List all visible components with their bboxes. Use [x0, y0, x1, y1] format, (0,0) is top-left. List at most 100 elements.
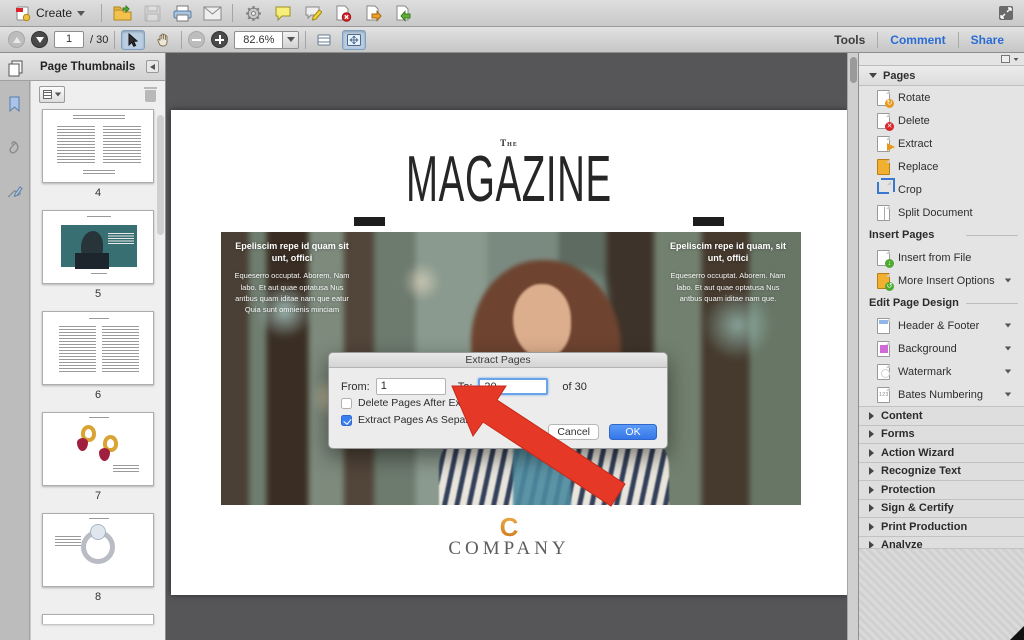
highlight-note-icon[interactable] [303, 3, 323, 23]
panel-options-icon[interactable] [1001, 55, 1010, 63]
left-sidebar: Page Thumbnails [0, 53, 166, 640]
create-button[interactable]: Create [8, 3, 91, 24]
document-scrollbar-thumb[interactable] [850, 57, 857, 83]
document-canvas: The MAGAZINE Epeliscim repe id quam sit … [166, 53, 858, 640]
comment-bubble-icon[interactable] [273, 3, 293, 23]
decor-bar-right [693, 217, 724, 226]
to-page-input[interactable]: 30 [478, 378, 548, 395]
hero-left-heading: Epeliscim repe id quam sit unt, offici [233, 240, 351, 264]
zoom-in-button[interactable] [211, 31, 228, 48]
bookmarks-icon [8, 96, 21, 112]
thumbnail-page-7[interactable]: 7 [42, 412, 154, 513]
header-footer-tool[interactable]: Header & Footer [859, 314, 1024, 337]
email-icon[interactable] [202, 3, 222, 23]
collapsed-section-icon [869, 504, 874, 512]
delete-pages-checkbox[interactable] [341, 398, 352, 409]
thumbnail-image [42, 311, 154, 385]
zoom-dropdown-caret [287, 37, 295, 42]
create-dropdown-caret [77, 11, 85, 16]
dropdown-caret[interactable] [1005, 347, 1011, 351]
extract-pages-icon[interactable] [363, 3, 383, 23]
dropdown-caret[interactable] [1005, 279, 1011, 283]
collapse-panel-button[interactable] [146, 60, 159, 73]
panel-options-caret [1014, 58, 1019, 61]
fit-page-button[interactable] [342, 30, 366, 50]
open-file-icon[interactable] [112, 3, 132, 23]
thumbnail-page-4[interactable]: 4 [42, 109, 154, 210]
collapsed-section-icon [869, 449, 874, 457]
more-insert-options-tool[interactable]: ↺ More Insert Options [859, 269, 1024, 292]
collapsed-section-icon [869, 412, 874, 420]
share-tab[interactable]: Share [959, 27, 1016, 52]
replace-tool[interactable]: Replace [859, 155, 1024, 178]
of-total-label: of 30 [562, 381, 586, 393]
tools-tab[interactable]: Tools [822, 27, 877, 52]
insert-pages-icon[interactable] [393, 3, 413, 23]
forms-section[interactable]: Forms [859, 425, 1024, 444]
expand-window-icon[interactable] [996, 3, 1016, 23]
rotate-icon: ↻ [877, 90, 890, 106]
zoom-dropdown-button[interactable] [282, 31, 299, 49]
thumbnail-page-5[interactable]: 5 [42, 210, 154, 311]
toolbar-separator [101, 4, 102, 22]
collapsed-section-icon [869, 430, 874, 438]
sign-certify-section[interactable]: Sign & Certify [859, 499, 1024, 518]
attachments-tab[interactable] [6, 139, 24, 157]
from-page-input[interactable]: 1 [376, 378, 446, 395]
delete-pages-icon[interactable] [333, 3, 353, 23]
thumbnails-toolbar [31, 81, 165, 107]
signatures-tab[interactable] [6, 183, 24, 201]
collapsed-section-icon [869, 467, 874, 475]
zoom-out-button[interactable] [188, 31, 205, 48]
delete-tool[interactable]: ✕ Delete [859, 109, 1024, 132]
thumbnail-page-9-partial[interactable] [42, 614, 154, 624]
content-section[interactable]: Content [859, 406, 1024, 425]
zoom-in-icon [215, 35, 224, 44]
protection-section[interactable]: Protection [859, 480, 1024, 499]
watermark-tool[interactable]: Watermark [859, 360, 1024, 383]
thumbnail-page-8[interactable]: 8 [42, 513, 154, 614]
scrolling-mode-button[interactable] [312, 30, 336, 50]
separate-files-checkbox[interactable] [341, 415, 352, 426]
next-page-button[interactable] [31, 31, 48, 48]
thumbnail-image [42, 210, 154, 284]
print-production-section[interactable]: Print Production [859, 517, 1024, 536]
pages-section-header[interactable]: Pages [859, 66, 1024, 86]
split-document-tool[interactable]: Split Document [859, 201, 1024, 224]
previous-page-button[interactable] [8, 31, 25, 48]
thumbnails-scrollbar[interactable] [157, 115, 164, 235]
page-thumbnails-tab[interactable] [0, 55, 30, 81]
cancel-button[interactable]: Cancel [548, 424, 599, 440]
page-count-label: / 30 [90, 34, 108, 46]
dropdown-caret[interactable] [1005, 393, 1011, 397]
print-icon[interactable] [172, 3, 192, 23]
resize-grip-icon[interactable] [1010, 626, 1024, 640]
thumbnail-options-button[interactable] [39, 86, 65, 103]
page-number-input[interactable]: 1 [54, 31, 84, 48]
document-scrollbar[interactable] [847, 53, 858, 640]
thumbnail-page-number: 8 [42, 587, 154, 614]
insert-from-file-icon: ↓ [877, 250, 890, 266]
rotate-tool[interactable]: ↻ Rotate [859, 86, 1024, 109]
select-tool-button[interactable] [121, 30, 145, 50]
background-tool[interactable]: Background [859, 337, 1024, 360]
bates-numbering-icon [877, 387, 890, 403]
ok-button[interactable]: OK [609, 424, 657, 440]
extract-tool[interactable]: Extract [859, 132, 1024, 155]
delete-thumbnail-icon[interactable] [144, 87, 157, 102]
comment-tab[interactable]: Comment [878, 27, 957, 52]
bates-numbering-tool[interactable]: Bates Numbering [859, 383, 1024, 406]
header-footer-icon [877, 318, 890, 334]
dropdown-caret[interactable] [1005, 324, 1011, 328]
dropdown-caret[interactable] [1005, 370, 1011, 374]
bookmarks-tab[interactable] [6, 95, 24, 113]
recognize-text-section[interactable]: Recognize Text [859, 462, 1024, 481]
thumbnail-page-6[interactable]: 6 [42, 311, 154, 412]
settings-gear-icon[interactable] [243, 3, 263, 23]
action-wizard-section[interactable]: Action Wizard [859, 443, 1024, 462]
insert-from-file-tool[interactable]: ↓ Insert from File [859, 246, 1024, 269]
hand-tool-button[interactable] [151, 30, 175, 50]
crop-tool[interactable]: Crop [859, 178, 1024, 201]
zoom-level-input[interactable]: 82.6% [234, 31, 282, 49]
save-icon[interactable] [142, 3, 162, 23]
